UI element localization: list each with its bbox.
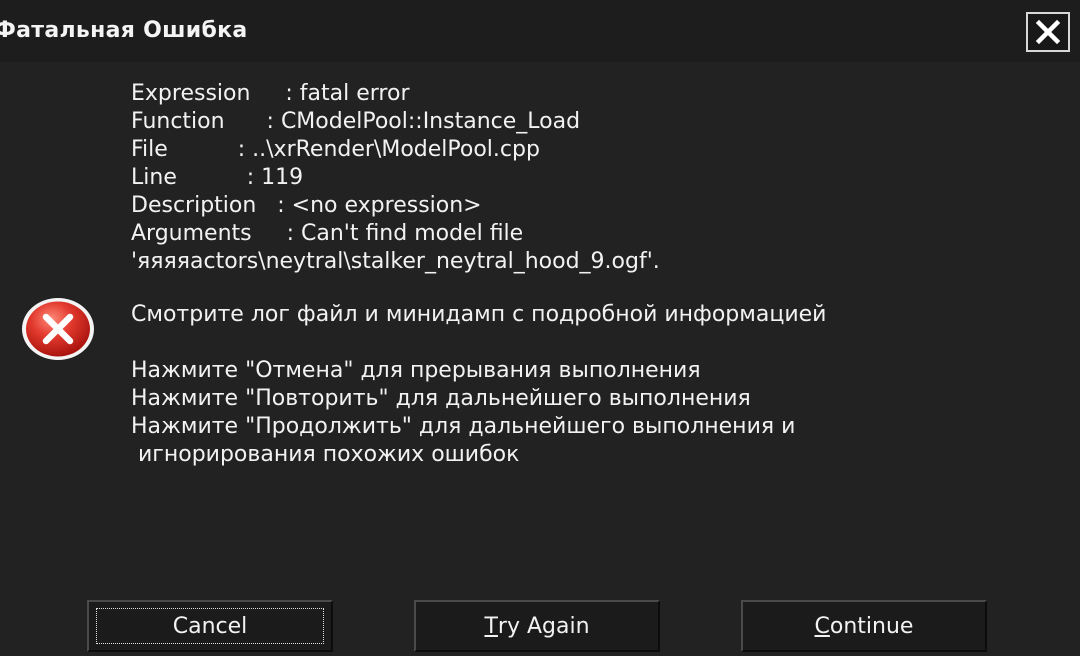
- detail-arguments-path: 'яяяяactors\neytral\stalker_neytral_hood…: [131, 249, 660, 274]
- detail-function: Function : CModelPool::Instance_Load: [131, 109, 581, 134]
- close-icon: [1035, 20, 1061, 44]
- continue-button-label: ontinue: [829, 613, 914, 639]
- title-bar: Фатальная Ошибка: [0, 0, 1080, 62]
- try-again-button[interactable]: Try Again: [414, 600, 660, 652]
- detail-line: Line : 119: [131, 165, 304, 190]
- window-title: Фатальная Ошибка: [0, 18, 248, 43]
- continue-accel: C: [814, 613, 830, 639]
- try-again-accel: T: [484, 613, 498, 639]
- error-icon: [22, 298, 94, 360]
- instruction-cancel: Нажмите "Отмена" для прерывания выполнен…: [131, 358, 701, 383]
- fatal-error-dialog: Фатальная Ошибка Expression : fatal erro…: [0, 0, 1080, 656]
- detail-description: Description : <no expression>: [131, 193, 482, 218]
- log-hint: Смотрите лог файл и минидамп с подробной…: [131, 302, 827, 327]
- instruction-continue: Нажмите "Продолжить" для дальнейшего вып…: [131, 414, 796, 439]
- detail-arguments: Arguments : Can't find model file: [131, 221, 524, 246]
- try-again-button-label: ry Again: [497, 613, 590, 639]
- error-message: Expression : fatal error Function : CMod…: [131, 80, 1051, 469]
- close-button[interactable]: [1026, 12, 1070, 52]
- instruction-retry: Нажмите "Повторить" для дальнейшего выпо…: [131, 386, 751, 411]
- detail-file: File : ..\xrRender\ModelPool.cpp: [131, 137, 540, 162]
- focus-ring: [96, 608, 324, 644]
- instruction-continue-cont: игнорирования похожих ошибок: [131, 442, 520, 467]
- detail-expression: Expression : fatal error: [131, 81, 410, 106]
- cancel-button[interactable]: Cancel: [87, 600, 333, 652]
- continue-button[interactable]: Continue: [741, 600, 987, 652]
